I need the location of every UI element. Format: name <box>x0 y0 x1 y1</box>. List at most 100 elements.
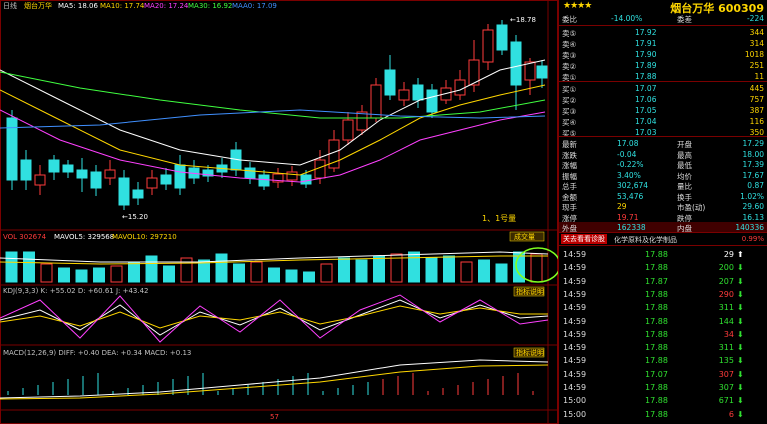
tick-time: 14:59 <box>563 289 587 299</box>
volume-bar <box>285 269 298 283</box>
ask-price: 17.89 <box>635 61 657 70</box>
ask-volume: 344 <box>749 28 764 37</box>
tick-row[interactable]: 14:59 17.88 144 ⬇ <box>559 315 767 328</box>
low-price-marker: ←15.20 <box>122 213 148 221</box>
bid-row: 买① 17.07 445 <box>559 83 767 94</box>
candle-body <box>524 61 536 81</box>
volume-bar <box>495 263 508 283</box>
tick-time: 14:59 <box>563 263 587 273</box>
candle-body <box>62 164 74 173</box>
volume-bar <box>93 267 105 283</box>
down-arrow-icon: ⬇ <box>737 396 744 406</box>
tick-row[interactable]: 14:59 17.88 29 ⬆ <box>559 248 767 261</box>
ask-volume: 11 <box>754 72 764 81</box>
volume-bar <box>128 261 140 283</box>
bid-row: 买④ 17.04 116 <box>559 116 767 127</box>
kdj-label: KDJ(9,3,3) K: +55.02 D: +60.61 J: +43.42 <box>3 287 149 295</box>
down-arrow-icon: ⬇ <box>737 276 744 286</box>
ask-price: 17.88 <box>635 72 657 81</box>
tick-price: 17.88 <box>645 263 668 273</box>
candle-body <box>104 169 116 179</box>
kdj-j-line <box>0 294 549 343</box>
kline-chart-area[interactable]: 日线 烟台万华 MA5: 18.06 MA10: 17.74 MA20: 17.… <box>0 0 558 424</box>
tick-row[interactable]: 14:59 17.87 207 ⬇ <box>559 275 767 288</box>
tick-volume: 307 <box>718 383 734 392</box>
weibi-label: 委比 <box>562 15 577 24</box>
stat-value: 1.02% <box>740 191 764 201</box>
tick-volume: 200 <box>718 263 734 273</box>
tick-row[interactable]: 14:59 17.88 311 ⬇ <box>559 341 767 354</box>
candle-body <box>118 177 130 206</box>
stat-value: 3.40% <box>617 170 641 180</box>
tick-time: 14:59 <box>563 303 587 313</box>
macd-label: MACD(12,26,9) DIFF: +0.40 DEA: +0.34 MAC… <box>3 349 191 357</box>
tick-row[interactable]: 15:00 17.88 6 ⬇ <box>559 408 767 421</box>
tick-price: 17.88 <box>645 383 668 392</box>
volume-bars <box>0 251 549 283</box>
candle-body <box>454 79 466 96</box>
ma60-label: MAA0: 17.09 <box>232 2 277 10</box>
tick-volume: 144 <box>718 316 734 326</box>
volume-bar <box>443 255 455 283</box>
candle-body <box>34 174 46 186</box>
tick-row[interactable]: 15:00 17.88 671 ⬇ <box>559 394 767 407</box>
volume-bar <box>478 259 490 283</box>
separator <box>559 136 767 137</box>
down-arrow-icon: ⬇ <box>737 369 744 379</box>
tick-price: 17.88 <box>645 356 668 366</box>
tab-sector[interactable]: 化学原料及化学制品 <box>614 235 677 245</box>
candle-body <box>258 174 270 187</box>
tick-row[interactable]: 14:59 17.88 34 ⬇ <box>559 328 767 341</box>
stat-row: 振幅 3.40% 均价 17.67 <box>559 170 767 181</box>
tick-time: 15:00 <box>563 396 587 406</box>
candle-body <box>426 89 438 113</box>
bid-volume: 445 <box>749 84 764 93</box>
tick-volume: 34 <box>723 329 734 339</box>
tick-row[interactable]: 14:59 17.88 290 ⬇ <box>559 288 767 301</box>
candle-body <box>342 119 354 141</box>
tick-row[interactable]: 14:59 17.88 135 ⬇ <box>559 354 767 367</box>
ma10-label: MA10: 17.74 <box>100 2 145 10</box>
candle-body <box>370 84 382 119</box>
tick-time: 14:59 <box>563 356 587 366</box>
stat-row: 涨幅 -0.22% 最低 17.39 <box>559 159 767 170</box>
candle-body <box>132 189 144 199</box>
volume-bar <box>303 271 315 283</box>
volume-bar <box>163 265 175 283</box>
stat-value: -0.22% <box>617 160 644 169</box>
period-label: 日线 <box>3 1 17 10</box>
candle-body <box>356 111 368 131</box>
candle-body <box>174 164 186 189</box>
weicha-value: -224 <box>746 14 764 23</box>
tick-row[interactable]: 14:59 17.88 311 ⬇ <box>559 301 767 314</box>
candle-body <box>160 174 172 185</box>
mavol10-label: MAVOL10: 297210 <box>112 233 177 241</box>
down-arrow-icon: ⬇ <box>737 356 744 366</box>
stat-row: 最新 17.08 开盘 17.29 <box>559 138 767 149</box>
tick-time: 14:59 <box>563 369 587 379</box>
down-arrow-icon: ⬇ <box>737 263 744 273</box>
tick-row[interactable]: 14:59 17.07 307 ⬇ <box>559 368 767 381</box>
bid-price: 17.05 <box>635 106 657 115</box>
tick-volume: 207 <box>718 276 734 286</box>
bid-price: 17.04 <box>635 117 657 126</box>
candle-body <box>510 41 522 86</box>
info-tabs: 关去看看诊股 化学原料及化学制品 0.99% <box>559 232 767 246</box>
down-arrow-icon: ⬇ <box>737 329 744 339</box>
tick-price: 17.87 <box>645 276 668 286</box>
down-arrow-icon: ⬇ <box>737 289 744 299</box>
tab-diagnose[interactable]: 关去看看诊股 <box>561 234 607 244</box>
ask-price: 17.90 <box>635 50 657 59</box>
stat-value: 29.60 <box>742 202 764 211</box>
ask-volume: 251 <box>749 61 764 70</box>
tick-row[interactable]: 14:59 17.88 200 ⬇ <box>559 261 767 274</box>
bid-price: 17.07 <box>635 84 657 93</box>
candle-body <box>286 171 298 181</box>
stat-value: 162338 <box>617 223 646 232</box>
ask-price: 17.91 <box>635 39 657 48</box>
candle-body <box>384 69 396 96</box>
tick-time: 14:59 <box>563 276 587 286</box>
tick-time: 14:59 <box>563 250 587 259</box>
tick-row[interactable]: 14:59 17.88 307 ⬇ <box>559 381 767 394</box>
candle-body <box>496 24 508 51</box>
